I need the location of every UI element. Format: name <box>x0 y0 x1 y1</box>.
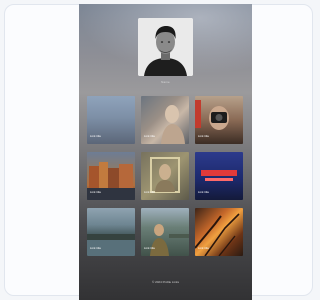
link-tile-4[interactable]: Link title <box>87 152 135 200</box>
link-title: Link title <box>144 190 156 194</box>
profile-page: Name Link title Link title Link title Li… <box>79 4 252 300</box>
link-tile-2[interactable]: Link title <box>141 96 189 144</box>
link-tile-9[interactable]: Link title <box>195 208 243 256</box>
link-title: Link title <box>198 190 210 194</box>
link-tile-6[interactable]: Link title <box>195 152 243 200</box>
link-tile-3[interactable]: Link title <box>195 96 243 144</box>
link-title: Link title <box>198 246 210 250</box>
link-title: Link title <box>144 246 156 250</box>
link-tile-1[interactable]: Link title <box>87 96 135 144</box>
link-tile-8[interactable]: Link title <box>141 208 189 256</box>
footer-text: © 2024 Profile Links <box>152 280 179 284</box>
link-title: Link title <box>90 134 102 138</box>
person-portrait-icon <box>138 18 193 76</box>
link-tile-5[interactable]: Link title <box>141 152 189 200</box>
link-title: Link title <box>144 134 156 138</box>
link-title: Link title <box>198 134 210 138</box>
link-title: Link title <box>90 246 102 250</box>
link-tile-7[interactable]: Link title <box>87 208 135 256</box>
avatar[interactable] <box>138 18 193 76</box>
link-title: Link title <box>90 190 102 194</box>
profile-name: Name <box>161 80 170 84</box>
